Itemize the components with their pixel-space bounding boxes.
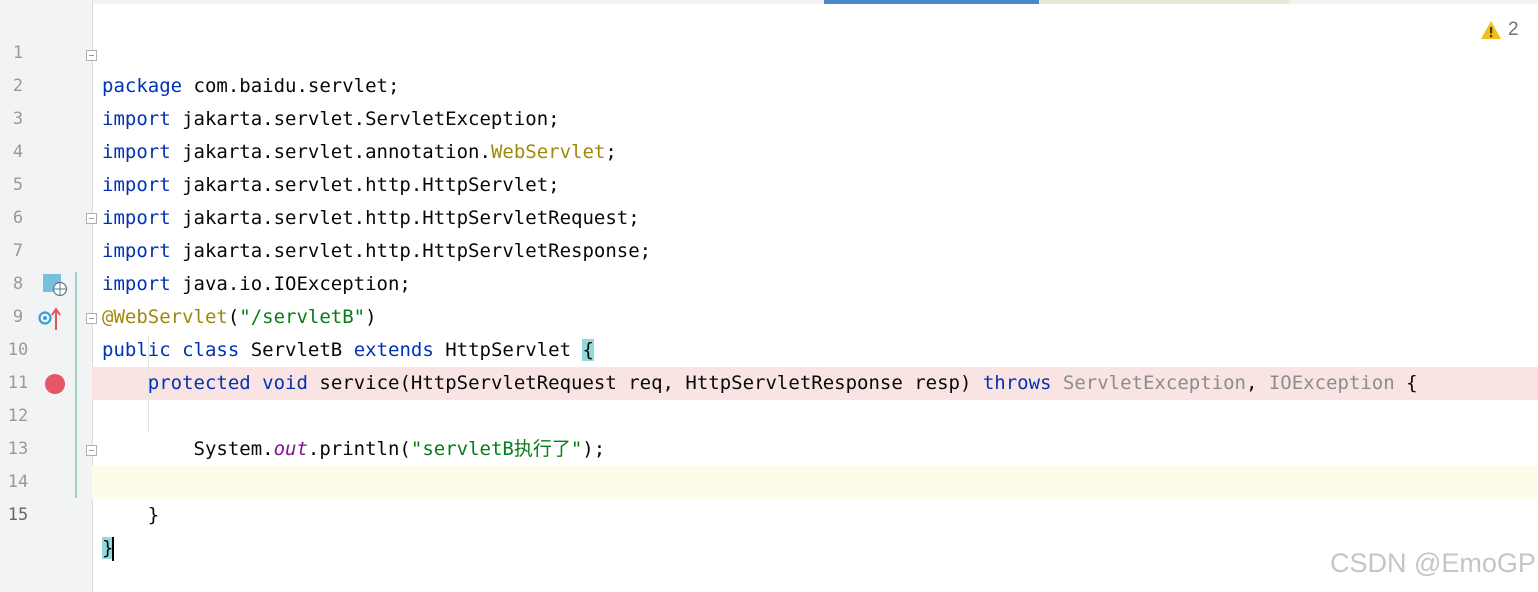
code-line[interactable]: 4 import jakarta.servlet.http.HttpServle… <box>0 103 1538 196</box>
line-number: 15 <box>7 505 29 525</box>
code-line[interactable]: 14 } <box>0 433 1538 526</box>
text-caret <box>112 536 115 561</box>
warning-count: 2 <box>1508 19 1519 40</box>
code-text: } <box>147 504 160 526</box>
code-line[interactable]: 3 import jakarta.servlet.annotation.WebS… <box>0 70 1538 163</box>
line-code[interactable]: } <box>102 499 159 532</box>
code-line[interactable]: 9 public class ServletB extends HttpServ… <box>0 268 1538 361</box>
code-line[interactable]: 11 <box>0 334 1538 393</box>
code-line[interactable]: 13 <box>0 400 1538 459</box>
code-line[interactable]: 5 import jakarta.servlet.http.HttpServle… <box>0 136 1538 229</box>
code-line[interactable]: 6 import jakarta.servlet.http.HttpServle… <box>0 169 1538 262</box>
inspections-widget[interactable]: 2 <box>1480 18 1519 42</box>
code-line[interactable]: 2 import jakarta.servlet.ServletExceptio… <box>0 37 1538 130</box>
code-line[interactable]: 12 System.out.println("servletB执行了"); <box>0 367 1538 460</box>
warning-icon <box>1481 21 1501 39</box>
code-line[interactable]: 10 protected void service(HttpServletReq… <box>0 301 1538 394</box>
code-line[interactable]: 7 import java.io.IOException; <box>0 202 1538 295</box>
line-code[interactable]: } <box>102 532 115 565</box>
code-line[interactable]: 8 @WebServlet("/servletB") <box>0 235 1538 328</box>
code-line[interactable]: 15 } <box>0 466 1538 561</box>
watermark: CSDN @EmoGP <box>1330 548 1536 578</box>
code-line[interactable]: 1 package com.baidu.servlet; <box>0 4 1538 97</box>
